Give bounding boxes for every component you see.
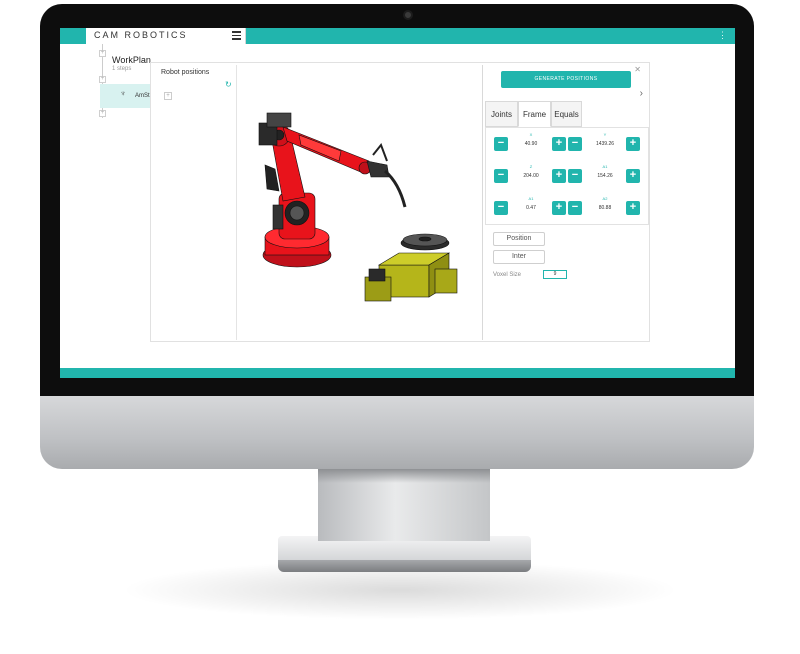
jog-left-value: 204.00	[523, 173, 539, 179]
generate-positions-button[interactable]: GENERATE POSITIONS	[501, 71, 631, 88]
jog-right-label: Y	[603, 132, 607, 137]
jog-row: − A1 0.47 + − A2 80.88 +	[486, 194, 650, 222]
voxel-size-label: Voxel Size	[493, 272, 522, 278]
logo-area: CAM ROBOTICS	[86, 28, 246, 44]
increment-button[interactable]: +	[552, 137, 566, 151]
jog-right-label: A2	[602, 196, 608, 201]
jog-row: − X 40.90 + − Y 1439.26 +	[486, 130, 650, 158]
monitor-photo: CAM ROBOTICS ⋮ + WorkPlan 1 steps + ♆ Am…	[0, 0, 800, 654]
jog-right-value: 1439.26	[595, 141, 615, 147]
refresh-icon[interactable]: ↻	[225, 80, 232, 89]
app-logo: CAM ROBOTICS	[94, 30, 188, 40]
monitor-chin	[40, 392, 754, 469]
decrement-button[interactable]: −	[568, 137, 582, 151]
jog-right-value: 154.26	[597, 173, 613, 179]
jog-left-label: A1	[528, 196, 534, 201]
robot-model	[258, 112, 407, 268]
robot-scene	[258, 112, 458, 302]
jog-right-label: A1	[602, 164, 608, 169]
tab-equals[interactable]: Equals	[551, 101, 582, 127]
add-step-before-icon[interactable]: +	[99, 76, 106, 83]
robot-positions-dialog: Robot positions ↻ + ✕ GENERATE POSITIONS…	[150, 62, 650, 342]
monitor-stand-shadow	[318, 469, 490, 483]
add-step-after-icon[interactable]: +	[99, 110, 106, 117]
increment-button[interactable]: +	[552, 201, 566, 215]
inter-button[interactable]: Inter	[493, 250, 545, 264]
workplan-title: WorkPlan	[112, 55, 151, 65]
app-screen: CAM ROBOTICS ⋮ + WorkPlan 1 steps + ♆ Am…	[60, 28, 735, 378]
increment-button[interactable]: +	[626, 137, 640, 151]
decrement-button[interactable]: −	[494, 137, 508, 151]
robot-tool-icon: ♆	[120, 89, 126, 98]
increment-button[interactable]: +	[626, 169, 640, 183]
jog-row: − Z 204.00 + − A1 154.26 +	[486, 162, 650, 190]
chevron-right-icon[interactable]: ›	[640, 88, 643, 99]
jog-left-value: 0.47	[526, 205, 536, 211]
tab-joints[interactable]: Joints	[485, 101, 518, 127]
positioner-model	[364, 233, 458, 302]
decrement-button[interactable]: −	[568, 169, 582, 183]
decrement-button[interactable]: −	[568, 201, 582, 215]
decrement-button[interactable]: −	[494, 169, 508, 183]
workplan-steps-count: 1 steps	[112, 66, 132, 72]
add-step-top-icon[interactable]: +	[99, 50, 106, 57]
close-icon[interactable]: ✕	[634, 65, 641, 74]
3d-viewport[interactable]	[239, 65, 483, 340]
monitor-base-edge	[278, 560, 531, 572]
voxel-size-input[interactable]: 9	[543, 270, 567, 279]
webcam-icon	[403, 10, 413, 20]
top-bar: CAM ROBOTICS ⋮	[60, 28, 735, 44]
position-button[interactable]: Position	[493, 232, 545, 246]
step-item-label: AmSt	[135, 93, 150, 99]
robot-positions-title: Robot positions	[161, 69, 210, 76]
jog-left-label: X	[529, 132, 533, 137]
mode-tabs: Joints Frame Equals	[485, 101, 585, 127]
add-position-icon[interactable]: +	[164, 92, 172, 100]
decrement-button[interactable]: −	[494, 201, 508, 215]
jog-controls: − X 40.90 + − Y 1439.26 + − Z 204.00 + −…	[485, 127, 649, 225]
jog-right-value: 80.88	[598, 205, 612, 211]
bottom-bar	[60, 368, 735, 378]
jog-left-value: 40.90	[524, 141, 538, 147]
hamburger-menu-icon[interactable]	[232, 31, 241, 40]
tab-frame[interactable]: Frame	[518, 101, 551, 127]
jog-left-label: Z	[529, 164, 533, 169]
more-options-icon[interactable]: ⋮	[718, 30, 727, 41]
positions-sidebar: ✕ GENERATE POSITIONS › Joints Frame Equa…	[485, 65, 649, 340]
increment-button[interactable]: +	[626, 201, 640, 215]
workplan-step-item[interactable]: ♆ AmSt	[100, 84, 152, 108]
robot-positions-list: Robot positions ↻ +	[153, 65, 237, 340]
increment-button[interactable]: +	[552, 169, 566, 183]
